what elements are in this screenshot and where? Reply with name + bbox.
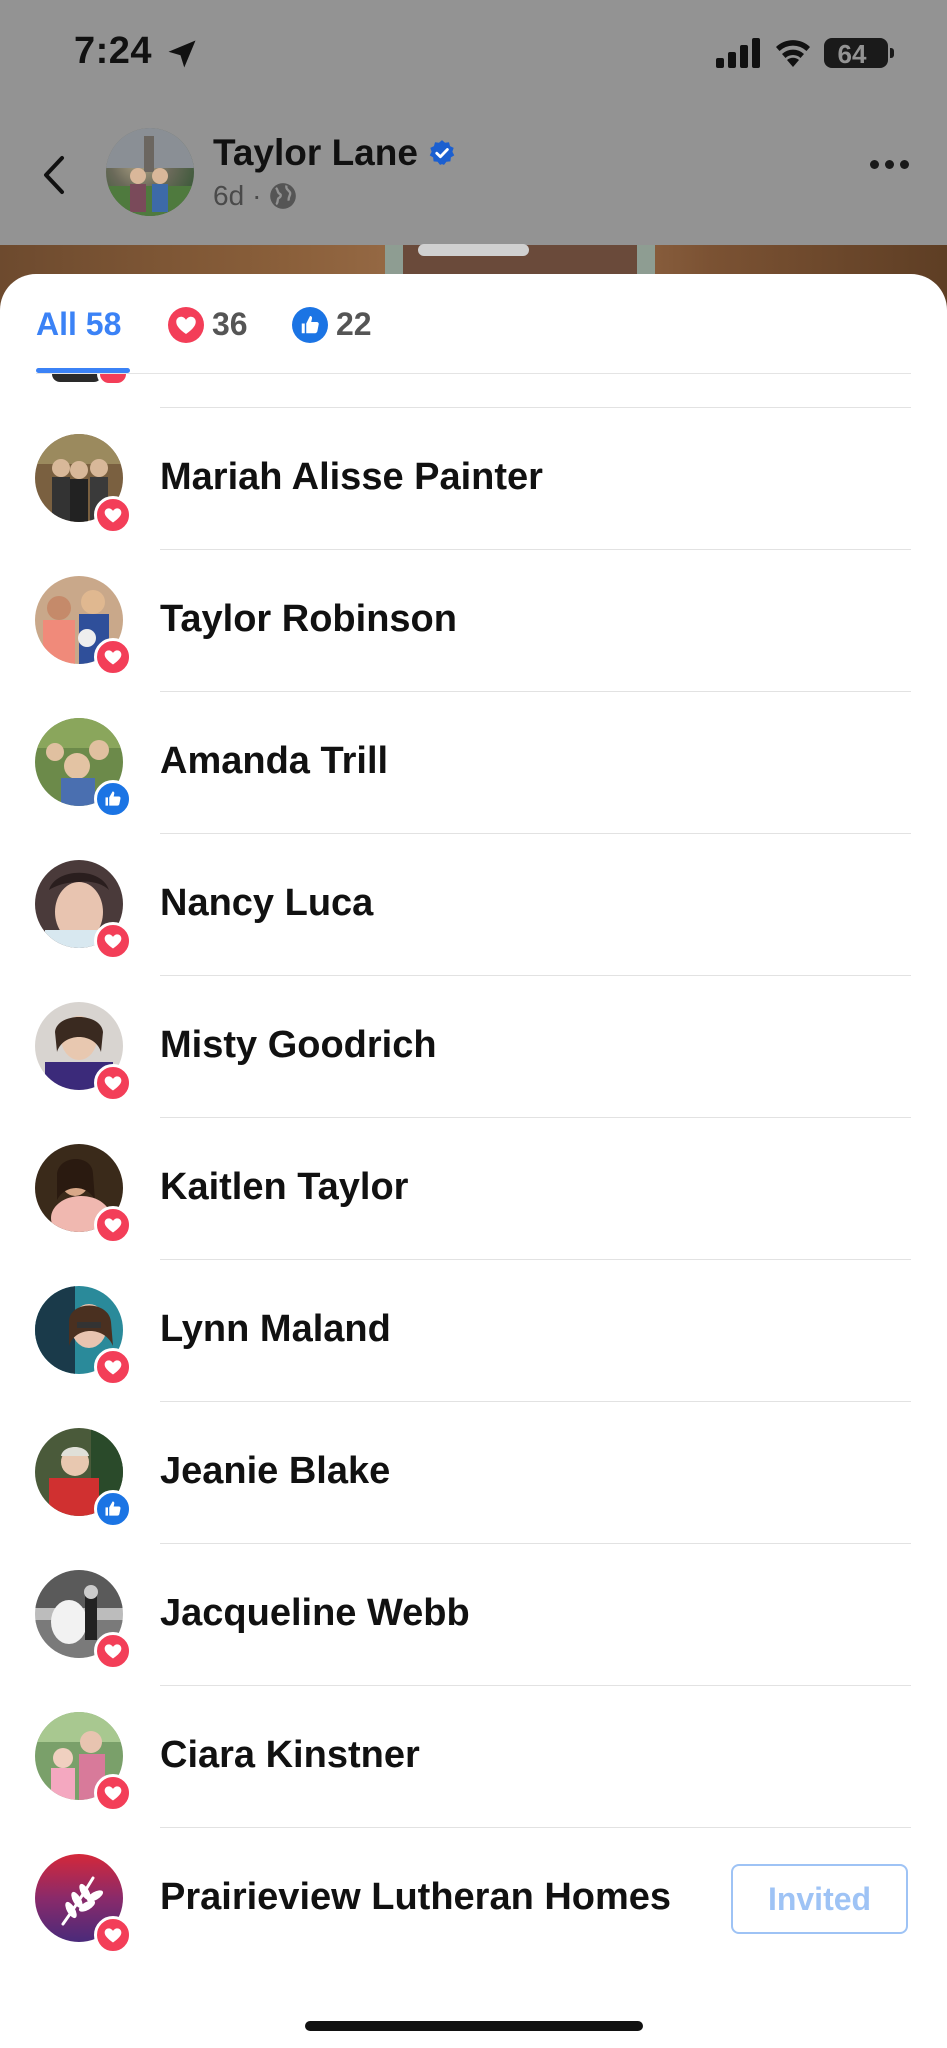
list-item[interactable]: Kaitlen Taylor	[0, 1118, 947, 1260]
cellular-signal-icon	[716, 38, 760, 68]
love-reaction-icon	[94, 1348, 132, 1386]
list-item[interactable]: Jeanie Blake	[0, 1402, 947, 1544]
love-reaction-icon	[94, 1916, 132, 1954]
reactor-name[interactable]: Misty Goodrich	[160, 1024, 437, 1067]
list-item[interactable]: Jacqueline Webb	[0, 1544, 947, 1686]
post-header: Taylor Lane 6d ·	[0, 120, 947, 230]
list-item[interactable]: Ciara Kinstner	[0, 1686, 947, 1828]
reactor-name[interactable]: Mariah Alisse Painter	[160, 456, 543, 499]
partial-love-badge	[97, 374, 129, 386]
home-indicator[interactable]	[305, 2021, 643, 2031]
reactor-name[interactable]: Prairieview Lutheran Homes	[160, 1876, 671, 1919]
globe-icon	[270, 183, 297, 209]
tab-like-count: 22	[336, 306, 372, 342]
status-bar: 7:24 64	[0, 0, 947, 110]
battery-indicator: 64	[824, 38, 894, 69]
list-item[interactable]: Amanda Trill	[0, 692, 947, 834]
post-meta: 6d ·	[213, 180, 297, 212]
reactor-name[interactable]: Amanda Trill	[160, 740, 388, 783]
tab-like[interactable]: 22	[292, 306, 372, 343]
love-reaction-icon	[168, 306, 204, 343]
love-reaction-icon	[94, 1064, 132, 1102]
poster-name[interactable]: Taylor Lane	[213, 132, 418, 174]
chevron-left-icon[interactable]	[36, 150, 76, 200]
list-item[interactable]: Lynn Maland	[0, 1260, 947, 1402]
reactions-list: Mariah Alisse Painter Taylor Robinson Am…	[0, 408, 947, 1970]
reactor-name[interactable]: Taylor Robinson	[160, 598, 457, 641]
love-reaction-icon	[94, 1774, 132, 1812]
battery-level: 64	[837, 39, 867, 69]
list-item[interactable]: Nancy Luca	[0, 834, 947, 976]
love-reaction-icon	[94, 638, 132, 676]
status-time: 7:24	[74, 30, 153, 72]
invited-button[interactable]: Invited	[731, 1864, 908, 1934]
like-reaction-icon	[94, 780, 132, 818]
poster-avatar[interactable]	[106, 128, 194, 216]
wifi-icon	[776, 40, 810, 67]
reactor-name[interactable]: Nancy Luca	[160, 882, 373, 925]
reaction-tabs: All 58 36 22	[0, 274, 947, 374]
more-dots-icon[interactable]	[870, 160, 909, 169]
reactor-name[interactable]: Jeanie Blake	[160, 1450, 390, 1493]
love-reaction-icon	[94, 1632, 132, 1670]
list-item[interactable]: Misty Goodrich	[0, 976, 947, 1118]
meta-separator: ·	[252, 180, 262, 211]
love-reaction-icon	[94, 922, 132, 960]
tabs-divider	[36, 373, 911, 374]
love-reaction-icon	[94, 1206, 132, 1244]
verified-badge-icon	[429, 140, 455, 165]
tab-love[interactable]: 36	[168, 306, 248, 343]
like-reaction-icon	[94, 1490, 132, 1528]
tab-all[interactable]: All 58	[36, 306, 121, 343]
location-arrow-icon	[168, 40, 196, 68]
tab-love-count: 36	[212, 306, 248, 342]
reactor-name[interactable]: Jacqueline Webb	[160, 1592, 470, 1635]
sheet-grabber[interactable]	[418, 244, 529, 256]
post-age: 6d	[213, 180, 245, 211]
like-reaction-icon	[292, 306, 328, 343]
reactor-name[interactable]: Lynn Maland	[160, 1308, 391, 1351]
reactor-name[interactable]: Kaitlen Taylor	[160, 1166, 408, 1209]
list-item[interactable]: Prairieview Lutheran Homes Invited	[0, 1828, 947, 1970]
tab-all-label: All 58	[36, 306, 122, 342]
list-item[interactable]: Mariah Alisse Painter	[0, 408, 947, 550]
reactor-name[interactable]: Ciara Kinstner	[160, 1734, 420, 1777]
reactions-sheet: All 58 36 22 Mariah Alisse Painter Taylo…	[0, 274, 947, 2048]
partial-avatar	[52, 374, 102, 382]
love-reaction-icon	[94, 496, 132, 534]
list-item[interactable]: Taylor Robinson	[0, 550, 947, 692]
